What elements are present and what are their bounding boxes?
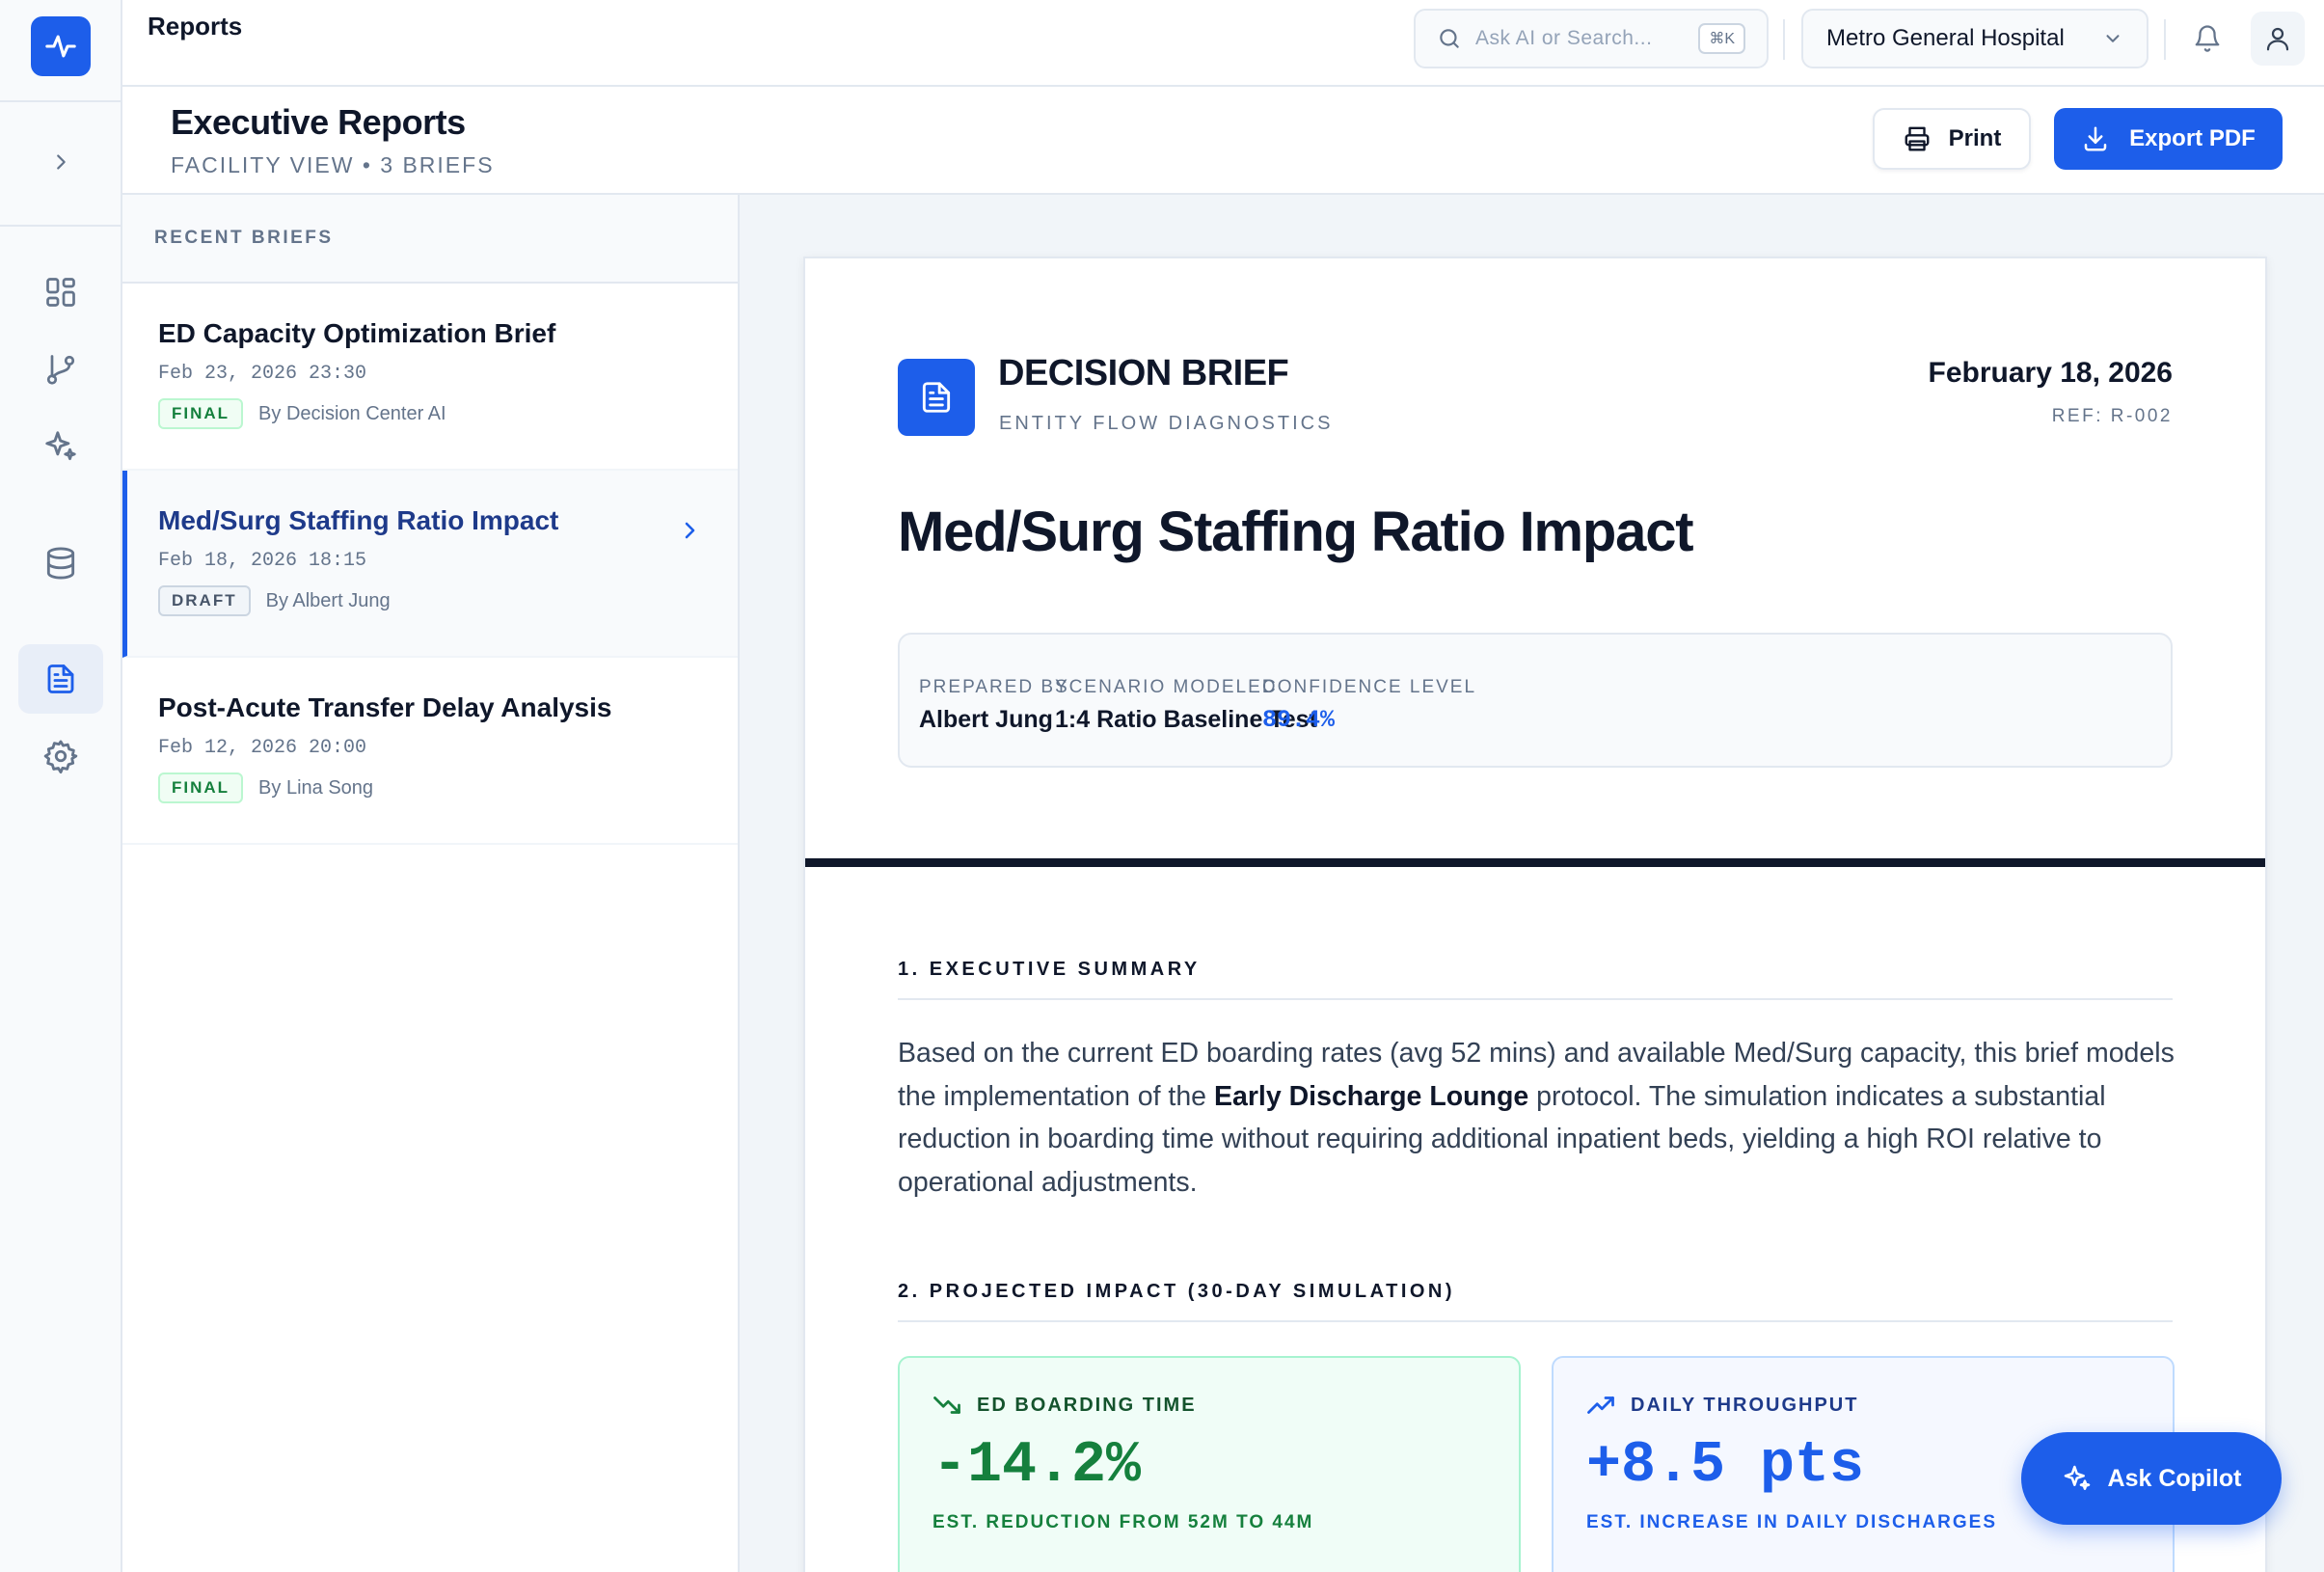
gear-icon — [43, 740, 78, 774]
user-menu-button[interactable] — [2251, 12, 2305, 66]
search-shortcut-badge: ⌘K — [1698, 23, 1745, 54]
document-date: February 18, 2026 — [1928, 357, 2174, 389]
nav-reports[interactable] — [18, 644, 103, 714]
summary-heading: 1. EXECUTIVE SUMMARY — [898, 959, 2173, 1000]
user-icon — [2266, 27, 2289, 51]
list-item[interactable]: ED Capacity Optimization Brief Feb 23, 2… — [122, 284, 738, 471]
document-viewer[interactable]: DECISION BRIEF ENTITY FLOW DIAGNOSTICS F… — [740, 195, 2324, 1572]
brief-name: Med/Surg Staffing Ratio Impact — [158, 505, 559, 535]
metric-description: EST. REDUCTION FROM 52M TO 44M — [932, 1512, 1314, 1532]
bell-icon — [2195, 25, 2220, 52]
brief-author: By Albert Jung — [265, 589, 391, 611]
activity-icon — [45, 35, 76, 58]
topbar-divider — [2164, 19, 2166, 60]
list-heading: RECENT BRIEFS — [122, 195, 738, 284]
git-branch-icon — [46, 355, 75, 385]
brief-author: By Decision Center AI — [258, 402, 446, 424]
nav-rail — [0, 0, 122, 1572]
page-subtitle: FACILITY VIEW • 3 BRIEFS — [171, 152, 495, 177]
status-badge: FINAL — [158, 398, 244, 429]
copilot-label: Ask Copilot — [2107, 1464, 2242, 1492]
metric-label: DAILY THROUGHPUT — [1631, 1394, 1859, 1416]
brief-date: Feb 23, 2026 23:30 — [158, 363, 367, 385]
nav-ai[interactable] — [18, 412, 103, 481]
summary-highlight: Early Discharge Lounge — [1213, 1080, 1529, 1112]
search-icon — [1440, 29, 1459, 48]
print-label: Print — [1948, 125, 2002, 151]
search-box[interactable]: Ask AI or Search... ⌘K — [1414, 9, 1769, 68]
document-title: Med/Surg Staffing Ratio Impact — [898, 501, 1694, 563]
list-item[interactable]: Post-Acute Transfer Delay Analysis Feb 1… — [122, 658, 738, 845]
app-logo[interactable] — [31, 16, 91, 76]
top-bar: Reports Ask AI or Search... ⌘K Metro Gen… — [122, 0, 2324, 87]
brief-author: By Lina Song — [258, 776, 374, 799]
document-icon — [922, 382, 951, 413]
brief-info-box: PREPARED BY Albert Jung SCENARIO MODELED… — [898, 633, 2173, 768]
rail-divider — [0, 100, 122, 102]
printer-icon — [1905, 126, 1930, 151]
dashboard-icon — [46, 278, 75, 307]
print-button[interactable]: Print — [1873, 108, 2031, 170]
trending-down-icon — [933, 1396, 960, 1414]
facility-name: Metro General Hospital — [1826, 25, 2065, 51]
briefs-list: RECENT BRIEFS ED Capacity Optimization B… — [122, 195, 740, 1572]
metric-label: ED BOARDING TIME — [977, 1394, 1197, 1416]
brief-icon — [898, 359, 975, 436]
section-rule — [805, 858, 2265, 867]
page-header: Executive Reports FACILITY VIEW • 3 BRIE… — [122, 87, 2324, 195]
confidence-level: CONFIDENCE LEVEL 89.4% — [1262, 677, 1476, 734]
trending-up-icon — [1587, 1396, 1614, 1414]
download-icon — [2084, 126, 2107, 151]
prepared-by: PREPARED BY Albert Jung — [919, 677, 1069, 734]
rail-divider — [0, 225, 122, 227]
impact-heading: 2. PROJECTED IMPACT (30-DAY SIMULATION) — [898, 1281, 2173, 1322]
export-pdf-button[interactable]: Export PDF — [2054, 108, 2283, 170]
nav-settings[interactable] — [18, 721, 103, 791]
brief-name: Post-Acute Transfer Delay Analysis — [158, 692, 612, 722]
sparkles-icon — [45, 431, 76, 461]
chevron-right-icon — [57, 154, 66, 170]
export-label: Export PDF — [2129, 125, 2256, 151]
chevron-down-icon — [2106, 35, 2120, 42]
notifications-button[interactable] — [2180, 12, 2234, 66]
status-badge: DRAFT — [158, 585, 251, 616]
confidence-value: 89.4% — [1262, 706, 1336, 734]
brief-date: Feb 18, 2026 18:15 — [158, 550, 367, 572]
metric-value: -14.2% — [932, 1433, 1142, 1499]
document-icon — [47, 664, 74, 693]
prepared-by-value: Albert Jung — [919, 706, 1053, 733]
metric-card-boarding: ED BOARDING TIME -14.2% EST. REDUCTION F… — [898, 1356, 1521, 1572]
prepared-by-label: PREPARED BY — [919, 677, 1069, 697]
breadcrumb[interactable]: Reports — [148, 12, 242, 41]
confidence-label: CONFIDENCE LEVEL — [1262, 677, 1477, 697]
nav-data[interactable] — [18, 529, 103, 598]
status-badge: FINAL — [158, 772, 244, 803]
ask-copilot-button[interactable]: Ask Copilot — [2021, 1432, 2282, 1525]
summary-text: Based on the current ED boarding rates (… — [898, 1038, 2175, 1198]
nav-dashboard[interactable] — [18, 257, 103, 327]
page-title: Executive Reports — [171, 102, 466, 142]
brief-name: ED Capacity Optimization Brief — [158, 318, 556, 348]
search-input[interactable]: Ask AI or Search... — [1475, 27, 1698, 50]
document-ref: REF: R-002 — [2051, 406, 2173, 426]
sparkles-icon — [2064, 1465, 2090, 1490]
document-type: DECISION BRIEF — [998, 353, 1289, 393]
database-icon — [46, 547, 75, 580]
list-item-selected[interactable]: Med/Surg Staffing Ratio Impact Feb 18, 2… — [122, 471, 738, 658]
nav-flows[interactable] — [18, 335, 103, 404]
document-section: ENTITY FLOW DIAGNOSTICS — [999, 413, 1334, 434]
facility-select[interactable]: Metro General Hospital — [1801, 9, 2148, 68]
decision-brief-document: DECISION BRIEF ENTITY FLOW DIAGNOSTICS F… — [803, 257, 2267, 1572]
expand-rail-button[interactable] — [41, 143, 80, 181]
topbar-divider — [1783, 19, 1785, 60]
chevron-right-icon — [685, 522, 695, 539]
brief-date: Feb 12, 2026 20:00 — [158, 737, 367, 759]
